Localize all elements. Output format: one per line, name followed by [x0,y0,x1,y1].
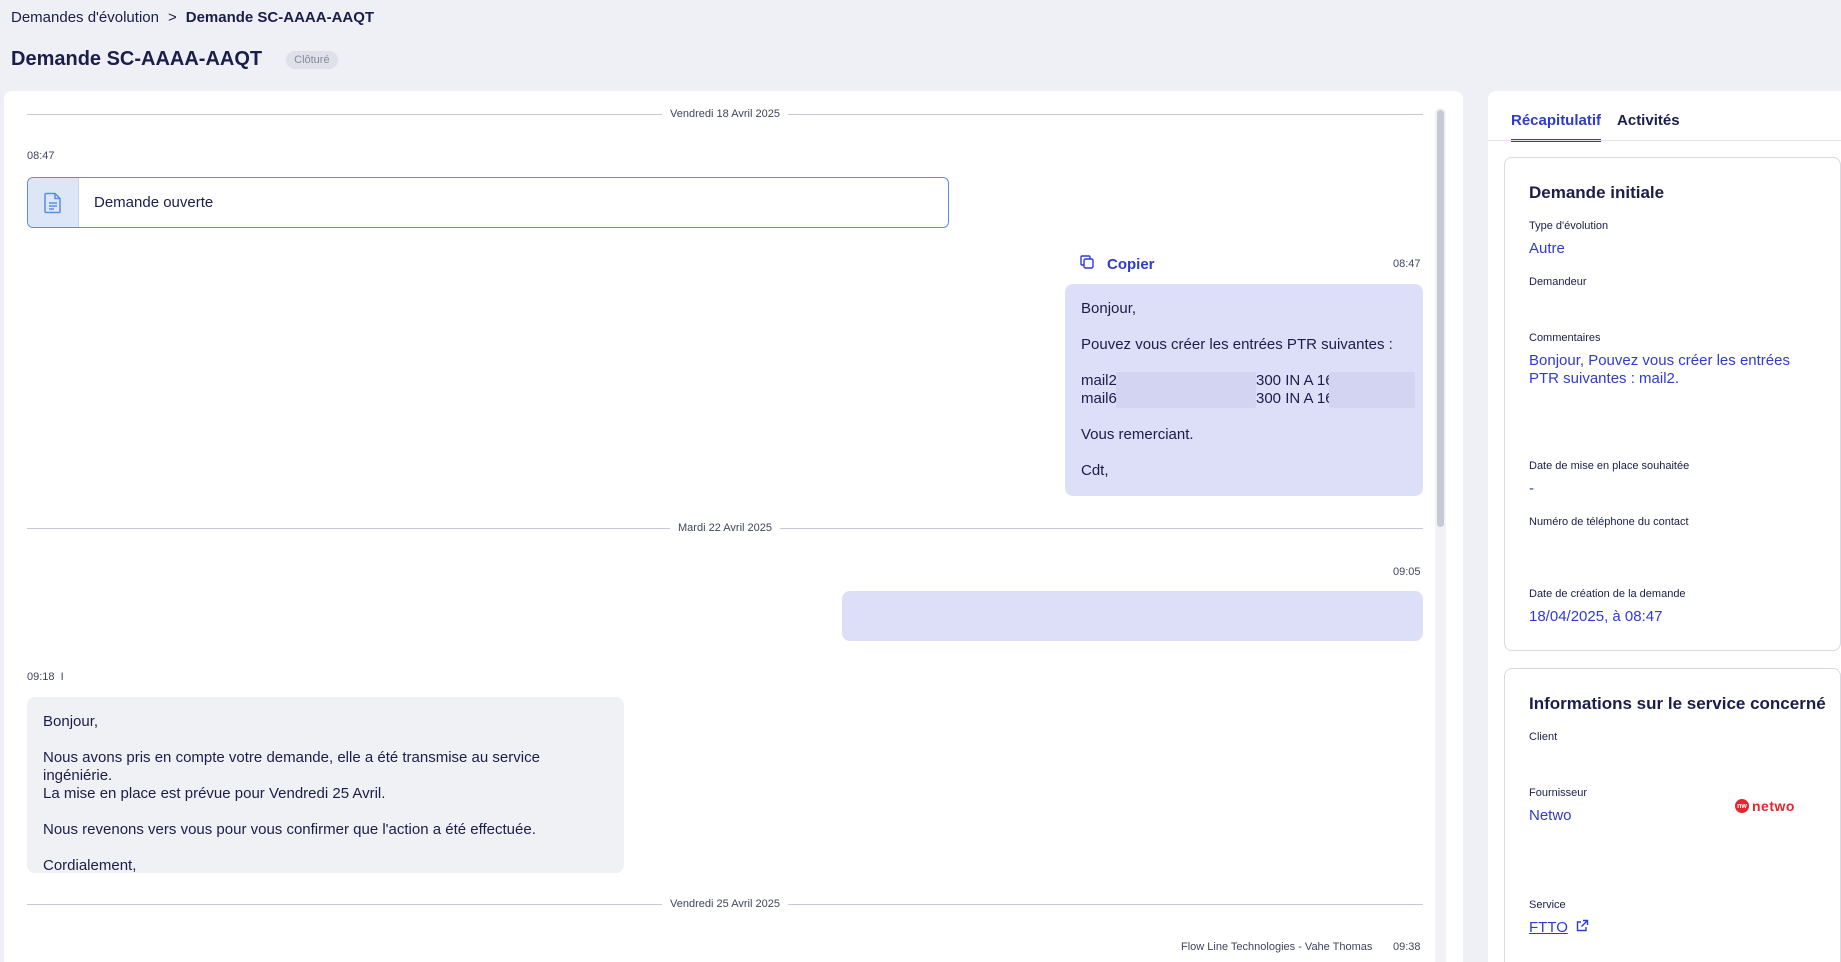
field-value: Netwo [1529,807,1572,824]
logo-text: netwo [1752,798,1795,814]
message-bubble-outgoing [842,591,1423,641]
date-separator: Mardi 22 Avril 2025 [27,522,1423,534]
message-text: Nous revenons vers vous pour vous confir… [43,821,536,838]
document-icon [28,178,79,227]
initial-request-card: Demande initiale Type d'évolution Autre … [1504,157,1841,651]
scrollbar-thumb[interactable] [1437,110,1444,527]
page-header: Demande SC-AAAA-AAQT Clôturé [11,48,338,71]
tab-recapitulatif[interactable]: Récapitulatif [1511,112,1602,142]
field-label: Commentaires [1529,332,1601,344]
redacted-block [1116,372,1256,408]
message-bubble-outgoing: Bonjour, Pouvez vous créer les entrées P… [1065,284,1423,496]
message-text: Bonjour, [43,713,99,730]
ptr-entries: mail2 300 IN A 16 mail6 300 IN A 16 [1081,372,1415,408]
message-text: Nous avons pris en compte votre demande,… [43,749,540,784]
ptr-host: mail2 [1081,372,1117,389]
date-separator: Vendredi 18 Avril 2025 [27,108,1423,120]
logo-mark: nw [1735,799,1749,813]
message-time: 09:18 I [27,671,64,683]
ptr-host: mail6 [1081,390,1117,407]
status-badge: Clôturé [286,50,338,69]
field-label: Type d'évolution [1529,220,1609,232]
message-text: Pouvez vous créer les entrées PTR suivan… [1081,336,1393,353]
date-label: Vendredi 25 Avril 2025 [662,898,788,910]
breadcrumb-separator: > [167,9,177,26]
message-time: 08:47 [1393,258,1421,270]
field-label: Fournisseur [1529,787,1588,799]
field-value: Autre [1529,240,1565,257]
service-link[interactable]: FTTO [1529,919,1589,937]
tab-activites[interactable]: Activités [1617,112,1680,142]
copy-label: Copier [1107,256,1155,273]
field-value: - [1529,480,1534,497]
service-info-card: Informations sur le service concerné Cli… [1504,668,1841,962]
field-label: Date de création de la demande [1529,588,1686,600]
message-time: 09:05 [1393,566,1421,578]
summary-sidebar: Récapitulatif Activités Demande initiale… [1488,91,1841,962]
message-author: I [60,671,64,683]
message-text: Vous remerciant. [1081,426,1194,443]
breadcrumb-current: Demande SC-AAAA-AAQT [185,9,375,26]
field-value: Bonjour, Pouvez vous créer les entrées P… [1529,352,1790,387]
redacted-block [1329,372,1415,408]
message-author: Flow Line Technologies - Vahe Thomas [1181,941,1373,953]
event-card: Demande ouverte [27,177,949,228]
field-label: Date de mise en place souhaitée [1529,460,1690,472]
event-time: 08:47 [27,150,55,162]
date-label: Vendredi 18 Avril 2025 [662,108,788,120]
event-label: Demande ouverte [94,194,214,211]
scrollbar[interactable] [1435,108,1446,962]
copy-button[interactable]: Copier [1079,254,1155,275]
field-value: 18/04/2025, à 08:47 [1529,608,1663,625]
message-bubble-incoming: Bonjour, Nous avons pris en compte votre… [27,697,624,874]
date-label: Mardi 22 Avril 2025 [670,522,780,534]
field-label: Numéro de téléphone du contact [1529,516,1689,528]
ptr-record: 300 IN A 16 [1256,390,1329,407]
message-text: La mise en place est prévue pour Vendred… [43,785,386,802]
copy-icon [1079,254,1095,275]
netwo-logo: nw netwo [1735,798,1795,814]
message-text: Bonjour, [1081,300,1137,317]
message-text: Cdt, [1081,462,1109,479]
date-separator: Vendredi 25 Avril 2025 [27,898,1423,910]
sidebar-tabs: Récapitulatif Activités [1511,112,1680,142]
page-title: Demande SC-AAAA-AAQT [11,48,263,70]
field-label: Service [1529,899,1566,911]
field-label: Demandeur [1529,276,1587,288]
conversation-panel: Vendredi 18 Avril 2025 08:47 Demande ouv… [4,91,1463,962]
field-label: Client [1529,731,1558,743]
message-text: Cordialement, [43,857,137,874]
message-time: 09:38 [1393,941,1421,953]
ptr-record: 300 IN A 16 [1256,372,1329,389]
breadcrumb-root-link[interactable]: Demandes d'évolution [11,9,159,26]
external-link-icon[interactable] [1576,919,1589,937]
card-title: Demande initiale [1529,183,1665,202]
card-title: Informations sur le service concerné [1529,694,1826,713]
tabs-divider [1488,140,1841,141]
breadcrumb: Demandes d'évolution > Demande SC-AAAA-A… [11,9,374,26]
